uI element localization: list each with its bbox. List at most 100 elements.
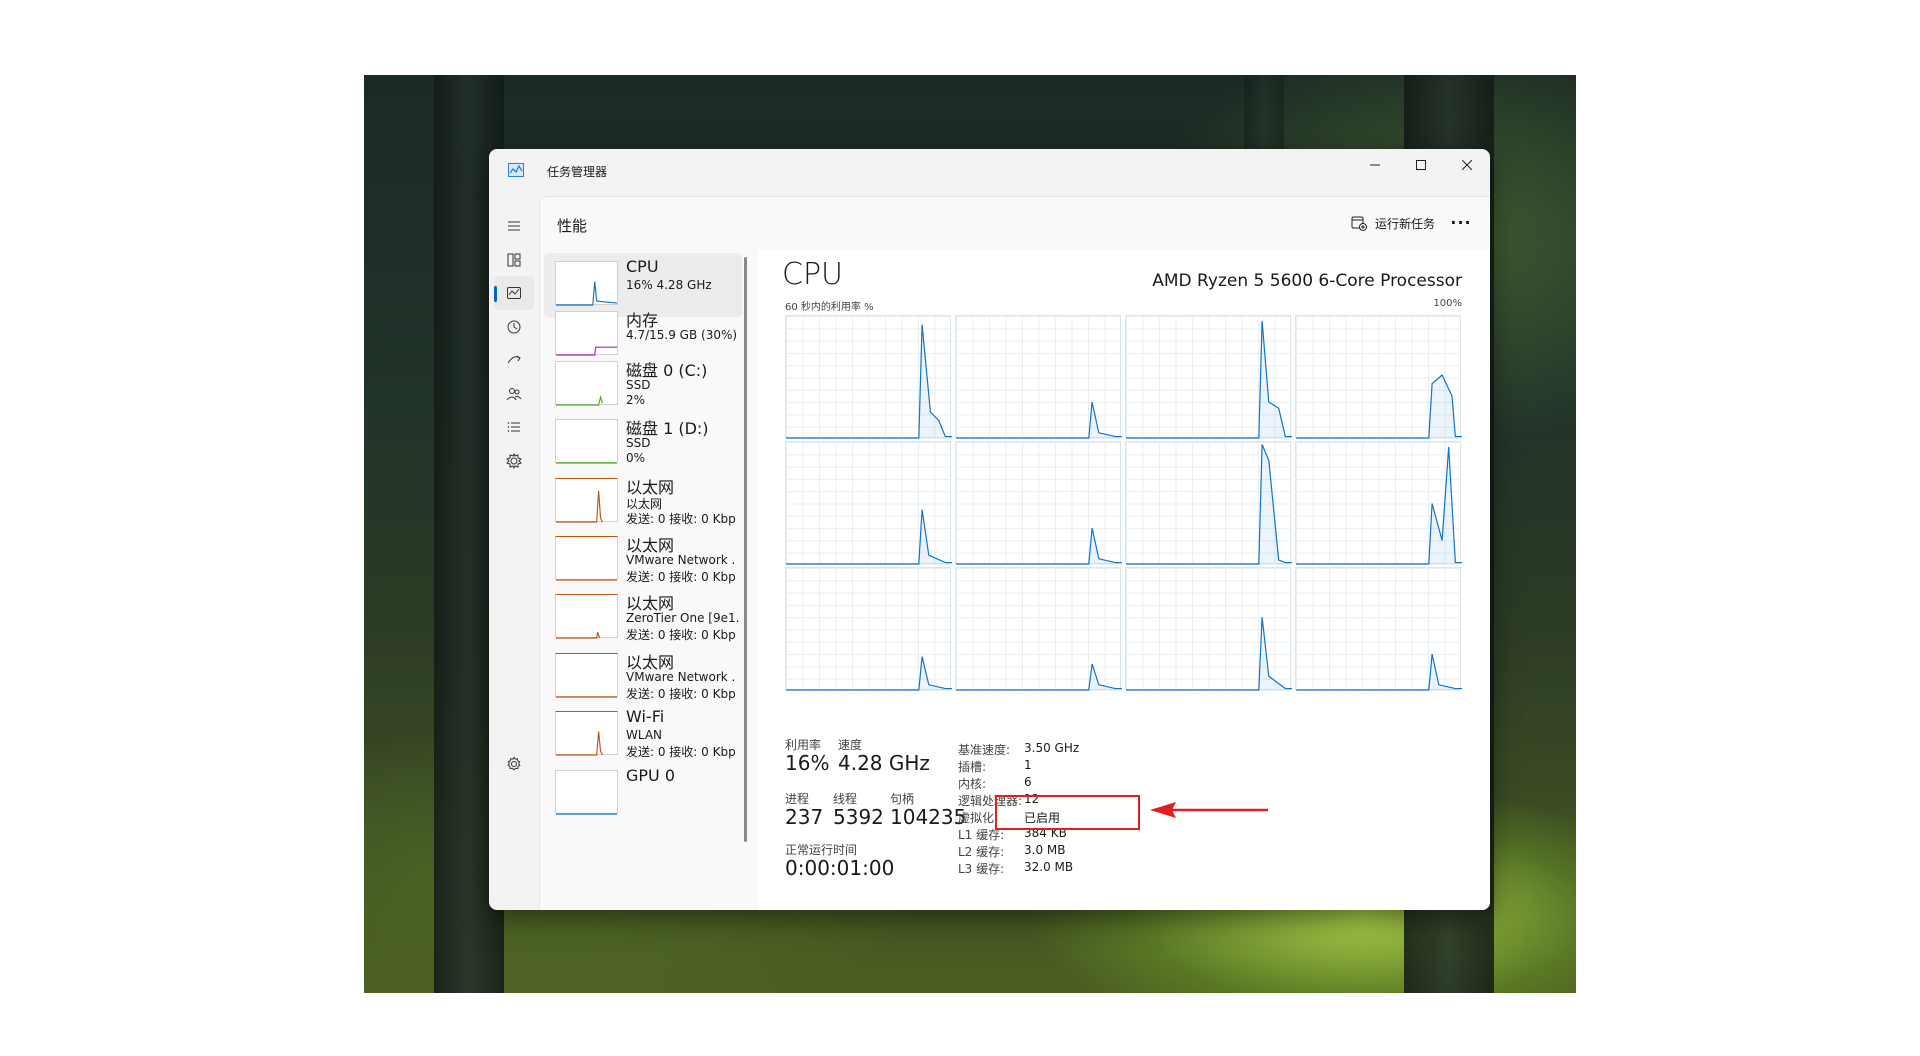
device-detail: SSD <box>626 378 651 392</box>
logical-processor-graph <box>1125 567 1292 691</box>
device-item[interactable]: GPU 0 <box>544 762 742 826</box>
device-detail-secondary: 发送: 0 接收: 0 Kbp <box>626 512 736 526</box>
app-history-icon <box>507 320 521 334</box>
navigation-rail <box>489 199 539 910</box>
logical-processor-graph <box>785 315 952 439</box>
run-new-task-button[interactable]: 运行新任务 <box>1351 210 1435 236</box>
hamburger-menu-icon <box>508 221 520 231</box>
logical-processor-graph <box>1295 441 1462 565</box>
spec-label: 虚拟化: <box>958 811 999 825</box>
nav-details-button[interactable] <box>494 410 534 444</box>
page-title: 性能 <box>557 217 588 235</box>
cpu-usage-line <box>956 401 1122 439</box>
close-button[interactable] <box>1444 149 1490 181</box>
spec-label: 内核: <box>958 777 987 791</box>
spec-label: 基准速度: <box>958 743 1011 757</box>
device-item[interactable]: 以太网 VMware Network . 发送: 0 接收: 0 Kbp <box>544 645 742 709</box>
device-detail-secondary: 发送: 0 接收: 0 Kbp <box>626 628 736 642</box>
device-sparkline <box>556 346 617 356</box>
logical-processor-graph <box>1125 315 1292 439</box>
device-sparkline <box>556 631 601 639</box>
logical-processor-graph <box>1295 567 1462 691</box>
spec-value: 3.50 GHz <box>1024 741 1080 755</box>
details-icon <box>507 422 520 432</box>
logical-processor-graph <box>1295 315 1462 439</box>
device-item[interactable]: 磁盘 0 (C:) SSD 2% <box>544 353 742 417</box>
device-detail: ZeroTier One [9e1. <box>626 611 740 625</box>
cpu-usage-line <box>1126 320 1292 439</box>
minimize-icon <box>1370 164 1380 166</box>
device-detail: 4.7/15.9 GB (30%) <box>626 328 738 342</box>
device-detail: SSD <box>626 436 651 450</box>
processes-value: 237 <box>785 805 824 829</box>
title-bar[interactable]: 任务管理器 <box>489 149 1490 193</box>
cpu-usage-line <box>786 324 952 439</box>
cpu-usage-line <box>1296 446 1462 565</box>
utilization-value: 16% <box>785 751 830 775</box>
maximize-button[interactable] <box>1398 149 1444 181</box>
device-name: GPU 0 <box>626 766 676 785</box>
logical-processor-graph <box>785 441 952 565</box>
logical-processor-graph <box>955 441 1122 565</box>
device-thumbnail-graph <box>555 536 618 581</box>
device-item[interactable]: Wi-Fi WLAN 发送: 0 接收: 0 Kbp <box>544 703 742 767</box>
device-item[interactable]: 以太网 ZeroTier One [9e1. 发送: 0 接收: 0 Kbp <box>544 586 742 650</box>
red-arrow-annotation <box>1150 802 1268 818</box>
device-detail-secondary: 发送: 0 接收: 0 Kbp <box>626 687 736 701</box>
nav-settings-button[interactable] <box>494 747 534 781</box>
device-sparkline <box>556 579 617 581</box>
run-new-task-label: 运行新任务 <box>1374 216 1435 231</box>
device-thumbnail-graph <box>555 770 618 815</box>
cpu-usage-line <box>956 527 1122 565</box>
logical-processor-graph <box>785 567 952 691</box>
graph-caption: 60 秒内的利用率 % <box>785 302 874 313</box>
device-thumbnail-graph <box>555 478 618 523</box>
minimize-button[interactable] <box>1352 149 1398 181</box>
logical-processor-graph <box>955 315 1122 439</box>
device-detail-secondary: 0% <box>626 451 646 465</box>
nav-hamburger-menu-button[interactable] <box>494 209 534 243</box>
device-thumbnail-graph <box>555 653 618 698</box>
cpu-usage-line <box>1296 374 1462 439</box>
device-detail: WLAN <box>626 728 663 742</box>
nav-performance-button[interactable] <box>494 276 534 310</box>
device-thumbnail-graph <box>555 311 618 356</box>
uptime-value: 0:00:01:00 <box>785 856 895 880</box>
spec-value: 6 <box>1024 775 1032 789</box>
logical-processor-graph <box>955 567 1122 691</box>
nav-startup-apps-button[interactable] <box>494 343 534 377</box>
device-detail: VMware Network . <box>626 670 736 684</box>
device-item[interactable]: 以太网 VMware Network . 发送: 0 接收: 0 Kbp <box>544 528 742 592</box>
nav-services-button[interactable] <box>494 444 534 478</box>
device-sparkline <box>556 813 617 815</box>
nav-processes-button[interactable] <box>494 243 534 277</box>
more-options-button[interactable]: ··· <box>1446 208 1476 236</box>
device-sparkline <box>556 462 617 464</box>
cpu-usage-line <box>1296 653 1462 691</box>
nav-users-button[interactable] <box>494 377 534 411</box>
nav-app-history-button[interactable] <box>494 310 534 344</box>
startup-apps-icon <box>507 355 521 364</box>
speed-value: 4.28 GHz <box>838 751 930 775</box>
logical-processor-graphs <box>785 315 1462 691</box>
device-item[interactable]: 以太网 以太网 发送: 0 接收: 0 Kbp <box>544 470 742 534</box>
device-name: Wi-Fi <box>626 707 665 726</box>
graph-max-label: 100% <box>1433 298 1462 309</box>
device-thumbnail-graph <box>555 419 618 464</box>
cpu-usage-line <box>786 509 952 565</box>
performance-icon <box>507 287 521 299</box>
device-list-scrollbar[interactable] <box>744 257 747 842</box>
spec-value: 32.0 MB <box>1024 860 1074 874</box>
device-detail-secondary: 2% <box>626 393 646 407</box>
device-name: CPU <box>626 257 659 276</box>
close-icon <box>1462 160 1472 170</box>
device-sparkline <box>556 696 617 698</box>
users-icon <box>506 388 522 401</box>
device-sparkline <box>556 395 604 406</box>
run-task-icon <box>1351 216 1367 231</box>
device-detail-secondary: 发送: 0 接收: 0 Kbp <box>626 570 736 584</box>
device-thumbnail-graph <box>555 261 618 306</box>
device-item[interactable]: 磁盘 1 (D:) SSD 0% <box>544 411 742 475</box>
spec-label: L3 缓存: <box>958 862 1005 876</box>
detail-title: CPU <box>782 257 843 292</box>
